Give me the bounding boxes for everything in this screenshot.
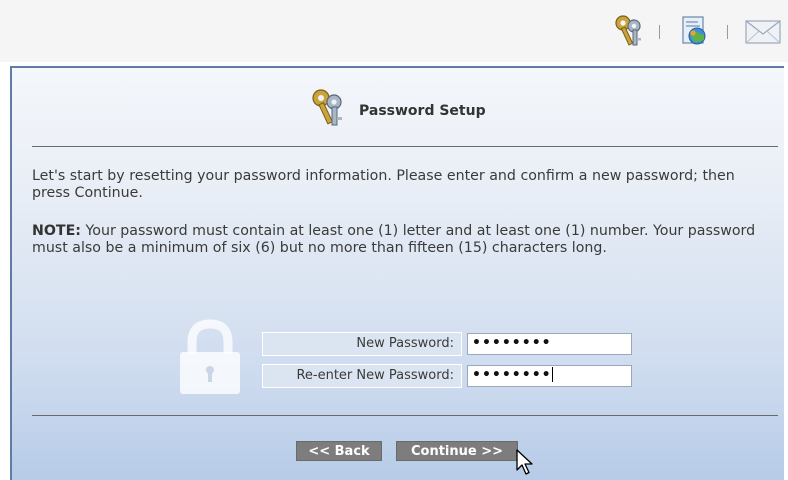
- note-label: NOTE:: [32, 223, 81, 239]
- reenter-password-label: Re-enter New Password:: [262, 364, 462, 388]
- intro-text: Let's start by resetting your password i…: [32, 168, 735, 201]
- password-setup-panel: Password Setup Let's start by resetting …: [10, 66, 784, 480]
- keys-icon: [308, 88, 348, 128]
- reenter-password-field[interactable]: ••••••••: [467, 365, 632, 387]
- text-caret: [551, 367, 553, 382]
- password-note: NOTE: Your password must contain at leas…: [32, 223, 780, 257]
- top-toolbar: [0, 0, 788, 62]
- reenter-password-value: ••••••••: [472, 367, 552, 383]
- continue-button[interactable]: Continue >>: [396, 441, 518, 461]
- note-text: Your password must contain at least one …: [32, 223, 756, 256]
- toolbar-separator: [659, 25, 660, 39]
- keys-icon[interactable]: [612, 14, 646, 48]
- envelope-icon[interactable]: [744, 14, 781, 48]
- divider: [32, 146, 778, 147]
- lock-icon: [176, 318, 244, 396]
- dialog-title: Password Setup: [359, 103, 486, 119]
- new-password-value: ••••••••: [472, 335, 552, 351]
- back-button[interactable]: << Back: [296, 441, 382, 461]
- new-password-label: New Password:: [262, 332, 462, 356]
- dialog-header: Password Setup: [12, 88, 784, 132]
- globe-document-icon[interactable]: [677, 14, 711, 48]
- mouse-cursor-icon: [515, 448, 537, 476]
- toolbar-separator: [727, 25, 728, 39]
- divider: [32, 415, 778, 416]
- new-password-field[interactable]: ••••••••: [467, 333, 632, 355]
